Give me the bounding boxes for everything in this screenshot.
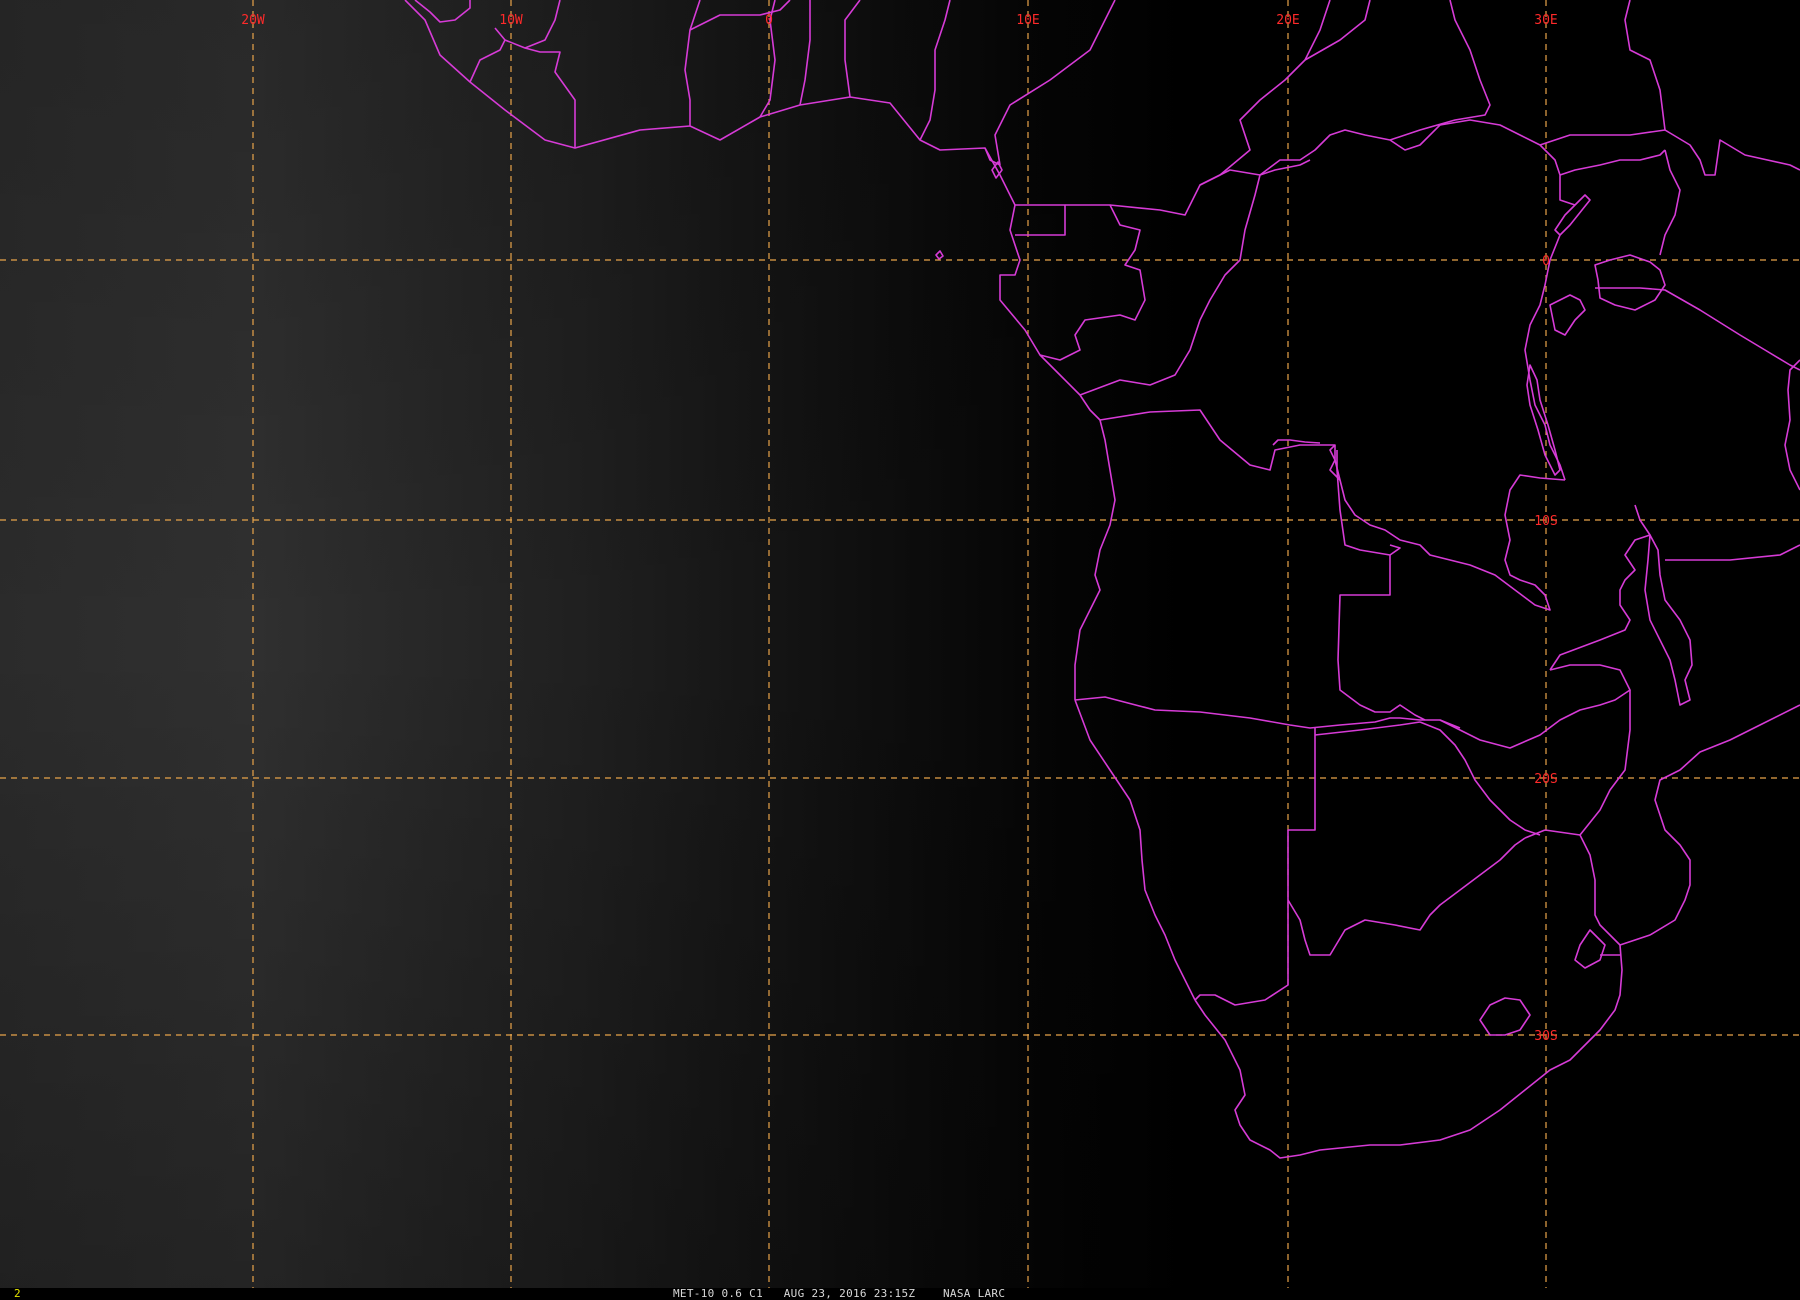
longitude-label: 20W: [241, 13, 265, 28]
latitude-label: 0: [1542, 254, 1550, 269]
satellite-image-viewer: 20W 10W 0 10E 20E 30E 0 10S 20S 30S 2 MET-10 0.6…: [0, 0, 1800, 1300]
satellite-map: 20W 10W 0 10E 20E 30E 0 10S 20S 30S: [0, 0, 1800, 1288]
longitude-label: 20E: [1276, 13, 1299, 28]
status-bar: 2 MET-10 0.6 C1 AUG 23, 2016 23:15Z NASA…: [0, 1288, 1800, 1300]
latitude-label: 20S: [1534, 772, 1557, 787]
latitude-label: 30S: [1534, 1029, 1557, 1044]
image-caption: MET-10 0.6 C1 AUG 23, 2016 23:15Z NASA L…: [673, 1287, 1006, 1300]
frame-number: 2: [14, 1287, 21, 1300]
image-shading: [0, 0, 1800, 1288]
longitude-label: 30E: [1534, 13, 1557, 28]
longitude-label: 10W: [499, 13, 523, 28]
latitude-label: 10S: [1534, 514, 1557, 529]
longitude-label: 10E: [1016, 13, 1039, 28]
longitude-label: 0: [765, 13, 773, 28]
